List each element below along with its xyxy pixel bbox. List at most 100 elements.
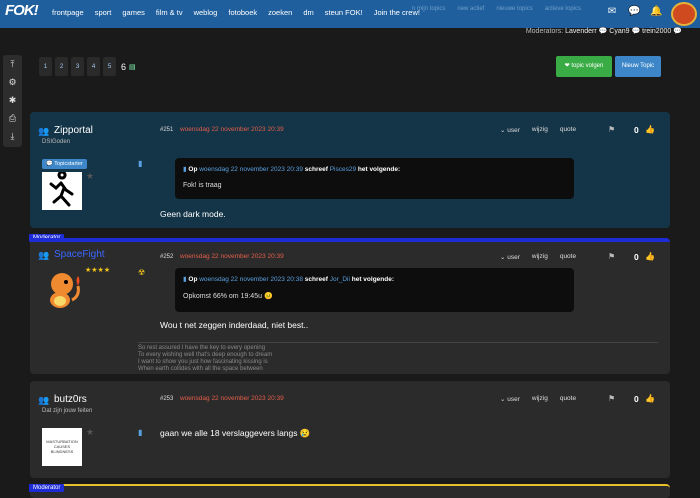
follow-topic-button[interactable]: ❤ topic volgen: [556, 56, 612, 77]
user-icon: 👥: [38, 126, 50, 136]
nav-frontpage[interactable]: frontpage: [52, 8, 84, 17]
user-menu[interactable]: ⌄ user: [500, 126, 520, 134]
rank-stars: ★★★★: [85, 267, 111, 274]
post-date[interactable]: woensdag 22 november 2023 20:39: [180, 126, 284, 133]
post-number[interactable]: #251: [160, 127, 173, 133]
star-icon[interactable]: ★: [86, 171, 94, 182]
page-link[interactable]: 2: [55, 57, 68, 76]
user-avatar-image: [38, 270, 88, 310]
tool-sidebar: ⤒ ⚙ ✱ ⎙ ⤓: [3, 55, 22, 147]
nav-join[interactable]: Join the crew!: [374, 8, 420, 17]
bookmark-icon[interactable]: ▮: [138, 428, 142, 437]
page-icon[interactable]: ▤: [129, 63, 136, 71]
page-link[interactable]: 3: [71, 57, 84, 76]
gear-icon[interactable]: ⚙: [3, 73, 22, 91]
page-link[interactable]: 4: [87, 57, 100, 76]
bell-icon[interactable]: 🔔: [650, 6, 662, 17]
signature: So rest assured I have the key to every …: [138, 342, 658, 373]
post-message: Wou t net zeggen inderdaad, niet best..: [160, 320, 309, 330]
user-menu[interactable]: ⌄ user: [500, 395, 520, 403]
quote-user[interactable]: Jor_Dii: [330, 276, 350, 283]
quote-block: ▮ Op woensdag 22 november 2023 20:38 sch…: [175, 268, 574, 312]
post: 👥 SpaceFight ★★★★ ☢ #252 woensdag 22 nov…: [30, 238, 670, 374]
user-menu[interactable]: ⌄ user: [500, 253, 520, 261]
user-icon: 👥: [38, 250, 50, 260]
edit-link[interactable]: wijzig: [532, 395, 548, 403]
quote-header: ▮ Op woensdag 22 november 2023 20:39 sch…: [183, 166, 401, 173]
post-date[interactable]: woensdag 22 november 2023 20:39: [180, 395, 284, 402]
nav-fotoboek[interactable]: fotoboek: [228, 8, 257, 17]
new-topic-button[interactable]: Nieuw Topic: [615, 56, 661, 77]
nav-steun[interactable]: steun FOK!: [325, 8, 363, 17]
star-icon[interactable]: ★: [86, 427, 94, 438]
post: 👥 butz0rs Dat zijn jouw feiten MASTURBAT…: [30, 381, 670, 478]
current-page: 6: [121, 61, 127, 72]
fok-logo[interactable]: FOK!: [5, 2, 45, 26]
post-number[interactable]: #252: [160, 254, 173, 260]
pagination: 1 2 3 4 5 6 ▤: [39, 57, 136, 76]
post: [30, 484, 670, 498]
thumbs-up-icon[interactable]: 👍: [645, 394, 655, 403]
page-link[interactable]: 5: [103, 57, 116, 76]
post-message: gaan we alle 18 verslaggevers langs 😢: [160, 428, 311, 438]
post-message: Geen dark mode.: [160, 209, 226, 219]
nav-dm[interactable]: dm: [303, 8, 313, 17]
signature-line: So rest assured I have the key to every …: [138, 345, 266, 351]
moderator-name[interactable]: trein2000: [642, 28, 671, 35]
post-username[interactable]: Zipportal: [54, 125, 93, 136]
quote-icon: ▮: [183, 276, 187, 283]
post: 👥 Zipportal DSIGoden 💬 Topicstarter ★ ▮ …: [30, 112, 670, 228]
top-navigation-bar: FOK! n mijn topics new actief nieuwe top…: [0, 0, 700, 28]
user-avatar-image: MASTURBATION CAUSES BLINDNESS: [42, 428, 82, 466]
user-title: DSIGoden: [42, 139, 71, 145]
download-icon[interactable]: ⤓: [3, 127, 22, 145]
post-username[interactable]: SpaceFight: [54, 249, 105, 260]
user-title: Dat zijn jouw feiten: [42, 408, 93, 414]
quote-link[interactable]: quote: [560, 395, 576, 403]
moderator-name[interactable]: Lavenderr: [565, 28, 597, 35]
mood-icon: ☢: [138, 268, 146, 277]
quote-date[interactable]: woensdag 22 november 2023 20:39: [199, 166, 303, 173]
bookmark-icon[interactable]: ▮: [138, 159, 142, 168]
post-score: 0: [634, 252, 639, 262]
post-username[interactable]: butz0rs: [54, 394, 87, 405]
edit-link[interactable]: wijzig: [532, 126, 548, 134]
ghost-nav-item[interactable]: actieve topics: [545, 6, 581, 12]
quote-link[interactable]: quote: [560, 126, 576, 134]
nav-games[interactable]: games: [122, 8, 145, 17]
thumbs-up-icon[interactable]: 👍: [645, 125, 655, 134]
thumbs-up-icon[interactable]: 👍: [645, 252, 655, 261]
edit-link[interactable]: wijzig: [532, 253, 548, 261]
quote-text: Fok! is traag: [183, 182, 222, 189]
user-avatar-image: [42, 170, 82, 210]
mail-icon[interactable]: ✉: [606, 6, 618, 17]
flag-icon[interactable]: ⚑: [608, 252, 615, 261]
user-avatar[interactable]: [671, 2, 697, 26]
quote-user[interactable]: Pisces29: [330, 166, 356, 173]
chat-icon[interactable]: 💬: [628, 6, 640, 17]
quote-block: ▮ Op woensdag 22 november 2023 20:39 sch…: [175, 158, 574, 199]
print-icon[interactable]: ⎙: [3, 109, 22, 127]
post-date[interactable]: woensdag 22 november 2023 20:39: [180, 253, 284, 260]
settings-icon[interactable]: ✱: [3, 91, 22, 109]
post-score: 0: [634, 394, 639, 404]
ghost-nav-item[interactable]: new actief: [457, 6, 484, 12]
ghost-nav-item[interactable]: nieuwe topics: [496, 6, 532, 12]
moderator-name[interactable]: Cyan9: [609, 28, 629, 35]
quote-date[interactable]: woensdag 22 november 2023 20:38: [199, 276, 303, 283]
nav-film-tv[interactable]: film & tv: [156, 8, 183, 17]
post-number[interactable]: #253: [160, 396, 173, 402]
ghost-nav: n mijn topics new actief nieuwe topics a…: [412, 6, 593, 12]
quote-header: ▮ Op woensdag 22 november 2023 20:38 sch…: [183, 276, 395, 283]
signature-line: I want to show you just how fascinating …: [138, 359, 268, 365]
flag-icon[interactable]: ⚑: [608, 394, 615, 403]
signature-line: To every wishing well that's deep enough…: [138, 352, 273, 358]
nav-sport[interactable]: sport: [95, 8, 112, 17]
nav-weblog[interactable]: weblog: [194, 8, 218, 17]
page-link[interactable]: 1: [39, 57, 52, 76]
nav-zoeken[interactable]: zoeken: [268, 8, 292, 17]
sad-smiley-icon: 😢: [299, 428, 311, 438]
arrow-up-icon[interactable]: ⤒: [3, 55, 22, 73]
quote-link[interactable]: quote: [560, 253, 576, 261]
flag-icon[interactable]: ⚑: [608, 125, 615, 134]
